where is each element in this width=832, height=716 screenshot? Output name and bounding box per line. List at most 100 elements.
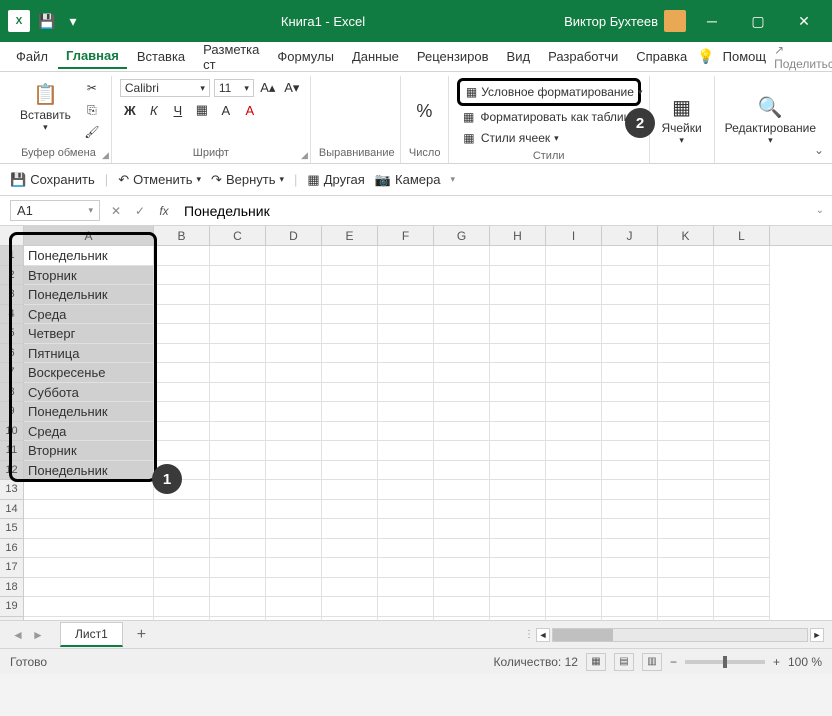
cell[interactable]: Вторник <box>24 266 154 286</box>
row-header[interactable]: 9 <box>0 402 24 422</box>
cell[interactable] <box>490 539 546 559</box>
cell[interactable] <box>210 441 266 461</box>
cell[interactable] <box>714 422 770 442</box>
cell[interactable] <box>714 305 770 325</box>
cell[interactable] <box>490 480 546 500</box>
cell[interactable] <box>714 441 770 461</box>
cell[interactable] <box>24 617 154 621</box>
col-header-A[interactable]: A <box>24 226 154 245</box>
cell[interactable] <box>266 558 322 578</box>
cell[interactable] <box>266 285 322 305</box>
cell[interactable] <box>154 324 210 344</box>
view-page-layout-button[interactable]: ▤ <box>614 653 634 671</box>
cell[interactable] <box>434 324 490 344</box>
cell[interactable] <box>322 597 378 617</box>
qa-redo-button[interactable]: ↷Вернуть▾ <box>211 172 284 188</box>
cell[interactable] <box>378 383 434 403</box>
cell[interactable] <box>378 324 434 344</box>
cell[interactable] <box>546 383 602 403</box>
cell[interactable]: Четверг <box>24 324 154 344</box>
cell[interactable] <box>154 558 210 578</box>
bold-button[interactable]: Ж <box>120 100 140 120</box>
italic-button[interactable]: К <box>144 100 164 120</box>
cell[interactable] <box>266 305 322 325</box>
cell[interactable] <box>714 266 770 286</box>
row-header[interactable]: 6 <box>0 344 24 364</box>
menu-page-layout[interactable]: Разметка ст <box>195 38 267 76</box>
cell[interactable] <box>210 617 266 621</box>
formula-input[interactable] <box>176 201 808 221</box>
menu-home[interactable]: Главная <box>58 44 127 69</box>
col-header-L[interactable]: L <box>714 226 770 245</box>
cell[interactable] <box>210 246 266 266</box>
row-header[interactable]: 12 <box>0 461 24 481</box>
cell[interactable] <box>714 578 770 598</box>
cell[interactable] <box>714 246 770 266</box>
font-size-combo[interactable]: 11▾ <box>214 79 254 97</box>
cell[interactable] <box>378 305 434 325</box>
cell[interactable] <box>378 480 434 500</box>
cell[interactable] <box>322 558 378 578</box>
cell[interactable] <box>714 519 770 539</box>
cell[interactable] <box>434 305 490 325</box>
row-header[interactable]: 11 <box>0 441 24 461</box>
cell[interactable] <box>602 324 658 344</box>
cell[interactable] <box>490 266 546 286</box>
cell[interactable] <box>210 519 266 539</box>
cell[interactable] <box>602 363 658 383</box>
menu-data[interactable]: Данные <box>344 45 407 68</box>
cell[interactable] <box>322 480 378 500</box>
cell[interactable] <box>546 266 602 286</box>
cell[interactable] <box>546 344 602 364</box>
cell[interactable] <box>378 461 434 481</box>
cell[interactable] <box>490 305 546 325</box>
maximize-button[interactable]: ▢ <box>738 6 778 36</box>
cell[interactable] <box>434 422 490 442</box>
cell[interactable] <box>602 500 658 520</box>
cell[interactable] <box>266 441 322 461</box>
cell[interactable] <box>266 578 322 598</box>
close-button[interactable]: ✕ <box>784 6 824 36</box>
border-button[interactable]: ▦ <box>192 100 212 120</box>
cell[interactable] <box>546 578 602 598</box>
cell[interactable] <box>266 500 322 520</box>
cell[interactable] <box>378 422 434 442</box>
row-header[interactable]: 4 <box>0 305 24 325</box>
cell[interactable] <box>210 500 266 520</box>
cell[interactable] <box>546 324 602 344</box>
cell[interactable] <box>714 480 770 500</box>
cell[interactable] <box>266 246 322 266</box>
shrink-font-button[interactable]: A▾ <box>282 78 302 98</box>
cell[interactable] <box>714 558 770 578</box>
cell[interactable]: Пятница <box>24 344 154 364</box>
cell[interactable] <box>266 617 322 621</box>
cell[interactable] <box>658 383 714 403</box>
cell[interactable] <box>490 324 546 344</box>
cell[interactable] <box>322 461 378 481</box>
font-name-combo[interactable]: Calibri▾ <box>120 79 210 97</box>
cell[interactable] <box>154 285 210 305</box>
cell[interactable] <box>546 441 602 461</box>
cell[interactable] <box>154 344 210 364</box>
cells-button[interactable]: ▦ Ячейки ▾ <box>655 91 707 148</box>
cut-button[interactable]: ✂ <box>81 78 103 98</box>
row-header[interactable]: 13 <box>0 480 24 500</box>
cell[interactable] <box>714 461 770 481</box>
cell[interactable] <box>322 500 378 520</box>
col-header-H[interactable]: H <box>490 226 546 245</box>
cell[interactable] <box>434 597 490 617</box>
cell[interactable] <box>378 441 434 461</box>
cell[interactable] <box>210 558 266 578</box>
cell[interactable] <box>714 383 770 403</box>
cell[interactable] <box>546 539 602 559</box>
cell[interactable] <box>24 597 154 617</box>
cell[interactable] <box>266 422 322 442</box>
cell[interactable] <box>322 617 378 621</box>
cell[interactable] <box>378 266 434 286</box>
cell[interactable] <box>490 422 546 442</box>
cell[interactable] <box>714 285 770 305</box>
qa-dropdown-icon[interactable]: ▾ <box>64 12 82 30</box>
cell[interactable] <box>378 597 434 617</box>
insert-function-button[interactable]: fx <box>152 204 176 218</box>
cell[interactable] <box>154 519 210 539</box>
